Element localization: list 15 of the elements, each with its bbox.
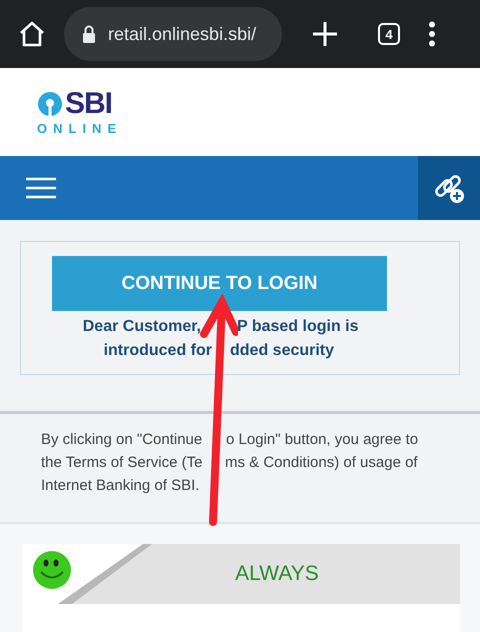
terms-text: ms & Conditions) of usage of (225, 453, 418, 473)
otp-notice-text: P based login is (237, 317, 359, 337)
otp-notice-text: dded security (230, 341, 334, 361)
terms-text: the Terms of Service (Te (41, 453, 204, 473)
url-text: retail.onlinesbi.sbi/ (108, 24, 256, 44)
otp-notice-text: Dear Customer, (82, 317, 201, 337)
otp-notice-text: introduced for (102, 341, 212, 361)
terms-text: Internet Banking of SBI. (41, 476, 200, 496)
logo-name: SBI (65, 88, 112, 118)
terms-text: o Login" button, you agree to (226, 430, 418, 450)
logo-tagline: ONLINE (37, 120, 122, 136)
banner-title: ALWAYS (235, 562, 319, 586)
terms-text: By clicking on "Continue (41, 430, 204, 450)
address-bar[interactable]: retail.onlinesbi.sbi/ (64, 7, 282, 61)
tab-count-button[interactable]: 4 (378, 23, 400, 45)
